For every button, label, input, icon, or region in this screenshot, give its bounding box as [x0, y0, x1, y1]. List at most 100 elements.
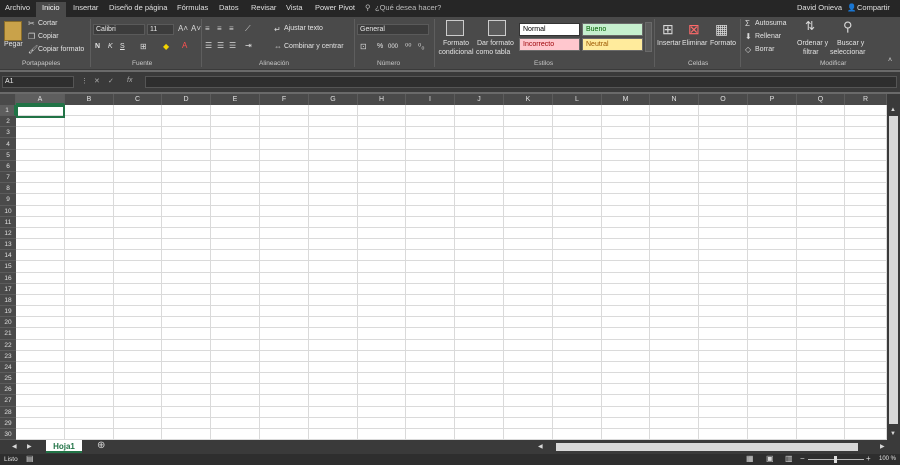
style-neutral[interactable]: Neutral [582, 38, 643, 51]
row-header-2[interactable]: 2 [0, 116, 16, 128]
row-header-11[interactable]: 11 [0, 217, 16, 228]
prev-sheet-icon[interactable]: ◀ [12, 443, 17, 451]
row-header-19[interactable]: 19 [0, 306, 16, 318]
align-bottom-icon[interactable]: ≡ [229, 25, 234, 33]
row-header-8[interactable]: 8 [0, 183, 16, 195]
column-header-k[interactable]: K [504, 94, 553, 105]
orientation-icon[interactable]: ⟋ [245, 25, 251, 33]
row-header-24[interactable]: 24 [0, 362, 16, 374]
font-size-select[interactable]: 11 [147, 24, 174, 35]
zoom-out-icon[interactable]: − [800, 455, 805, 463]
find-select-label-2[interactable]: seleccionar [830, 49, 865, 56]
delete-cells-button[interactable]: Eliminar [682, 40, 707, 47]
name-box[interactable]: A1 [2, 76, 74, 88]
row-header-9[interactable]: 9 [0, 194, 16, 206]
column-header-n[interactable]: N [650, 94, 699, 105]
column-header-q[interactable]: Q [797, 94, 845, 105]
macro-record-icon[interactable]: ▤ [26, 455, 34, 463]
row-header-1[interactable]: 1 [0, 105, 16, 117]
comma-style-button[interactable]: 000 [388, 44, 398, 50]
style-bad[interactable]: Incorrecto [519, 38, 580, 51]
conditional-format-label-2[interactable]: condicional [434, 49, 478, 56]
align-right-icon[interactable]: ☰ [229, 42, 236, 50]
tab-insertar[interactable]: Insertar [73, 3, 98, 12]
sheet-tab-hoja1[interactable]: Hoja1 [46, 440, 82, 453]
search-command-input[interactable]: ¿Qué desea hacer? [375, 3, 441, 12]
format-cells-button[interactable]: Formato [710, 40, 736, 47]
italic-button[interactable]: K [108, 43, 113, 50]
column-header-i[interactable]: I [406, 94, 455, 105]
tab-vista[interactable]: Vista [286, 3, 303, 12]
worksheet-grid[interactable] [0, 94, 887, 440]
column-header-c[interactable]: C [114, 94, 162, 105]
font-name-select[interactable]: Calibri [93, 24, 145, 35]
column-header-b[interactable]: B [65, 94, 114, 105]
collapse-ribbon-icon[interactable]: ˄ [888, 57, 892, 65]
bold-button[interactable]: N [95, 43, 100, 50]
align-middle-icon[interactable]: ≡ [217, 25, 222, 33]
row-header-29[interactable]: 29 [0, 418, 16, 429]
column-header-h[interactable]: H [358, 94, 406, 105]
cancel-icon[interactable]: ✕ [94, 77, 100, 85]
horizontal-scroll-thumb[interactable] [556, 443, 858, 451]
zoom-in-icon[interactable]: + [866, 455, 871, 463]
page-layout-icon[interactable]: ▣ [766, 455, 774, 463]
autosum-button[interactable]: Autosuma [755, 20, 787, 27]
tab-diseno-pagina[interactable]: Diseño de página [109, 3, 167, 12]
row-header-30[interactable]: 30 [0, 429, 16, 441]
number-format-select[interactable]: General [357, 24, 429, 35]
column-header-r[interactable]: R [845, 94, 887, 105]
row-header-6[interactable]: 6 [0, 161, 16, 172]
decrease-font-icon[interactable]: A˅ [191, 25, 201, 33]
wrap-text-button[interactable]: Ajustar texto [284, 25, 323, 32]
tab-datos[interactable]: Datos [219, 3, 239, 12]
increase-decimal-icon[interactable]: ⁰⁰ [405, 43, 411, 51]
column-header-o[interactable]: O [699, 94, 748, 105]
row-header-13[interactable]: 13 [0, 239, 16, 251]
vertical-scrollbar[interactable]: ▲ ▼ [887, 94, 900, 440]
merge-center-button[interactable]: Combinar y centrar [284, 43, 344, 50]
tab-formulas[interactable]: Fórmulas [177, 3, 208, 12]
tab-archivo[interactable]: Archivo [5, 3, 30, 12]
active-cell[interactable] [16, 105, 65, 118]
scroll-right-icon[interactable]: ▶ [880, 443, 885, 451]
zoom-level[interactable]: 100 % [879, 456, 896, 462]
zoom-slider-thumb[interactable] [834, 456, 837, 463]
row-header-7[interactable]: 7 [0, 172, 16, 184]
sort-filter-label-2[interactable]: filtrar [803, 49, 819, 56]
fill-button[interactable]: Rellenar [755, 33, 781, 40]
table-format-label-2[interactable]: como tabla [476, 49, 510, 56]
conditional-format-label-1[interactable]: Formato [440, 40, 472, 47]
borders-icon[interactable]: ⊞ [140, 43, 147, 51]
row-header-4[interactable]: 4 [0, 139, 16, 150]
row-header-21[interactable]: 21 [0, 328, 16, 340]
insert-cells-button[interactable]: Insertar [657, 40, 681, 47]
copy-button[interactable]: Copiar [38, 33, 59, 40]
row-header-28[interactable]: 28 [0, 407, 16, 418]
next-sheet-icon[interactable]: ▶ [27, 443, 32, 451]
vertical-scroll-thumb[interactable] [889, 116, 898, 424]
styles-scroll[interactable] [645, 22, 652, 52]
row-header-23[interactable]: 23 [0, 351, 16, 362]
align-top-icon[interactable]: ≡ [205, 25, 210, 33]
row-header-14[interactable]: 14 [0, 250, 16, 262]
column-header-g[interactable]: G [309, 94, 358, 105]
row-header-12[interactable]: 12 [0, 228, 16, 240]
formula-input[interactable] [145, 76, 897, 88]
row-header-16[interactable]: 16 [0, 273, 16, 284]
find-select-label-1[interactable]: Buscar y [837, 40, 864, 47]
row-header-10[interactable]: 10 [0, 206, 16, 217]
fill-color-icon[interactable]: ◆ [163, 43, 169, 51]
row-header-25[interactable]: 25 [0, 373, 16, 385]
indent-icon[interactable]: ⇥ [245, 42, 252, 50]
column-header-e[interactable]: E [211, 94, 260, 105]
column-header-j[interactable]: J [455, 94, 504, 105]
column-header-a[interactable]: A [16, 94, 65, 105]
enter-icon[interactable]: ✓ [108, 77, 114, 85]
row-header-5[interactable]: 5 [0, 150, 16, 161]
percent-button[interactable]: % [377, 43, 383, 50]
row-header-17[interactable]: 17 [0, 284, 16, 295]
row-header-22[interactable]: 22 [0, 340, 16, 351]
scroll-up-icon[interactable]: ▲ [890, 106, 896, 114]
add-sheet-icon[interactable]: ⊕ [97, 441, 105, 451]
